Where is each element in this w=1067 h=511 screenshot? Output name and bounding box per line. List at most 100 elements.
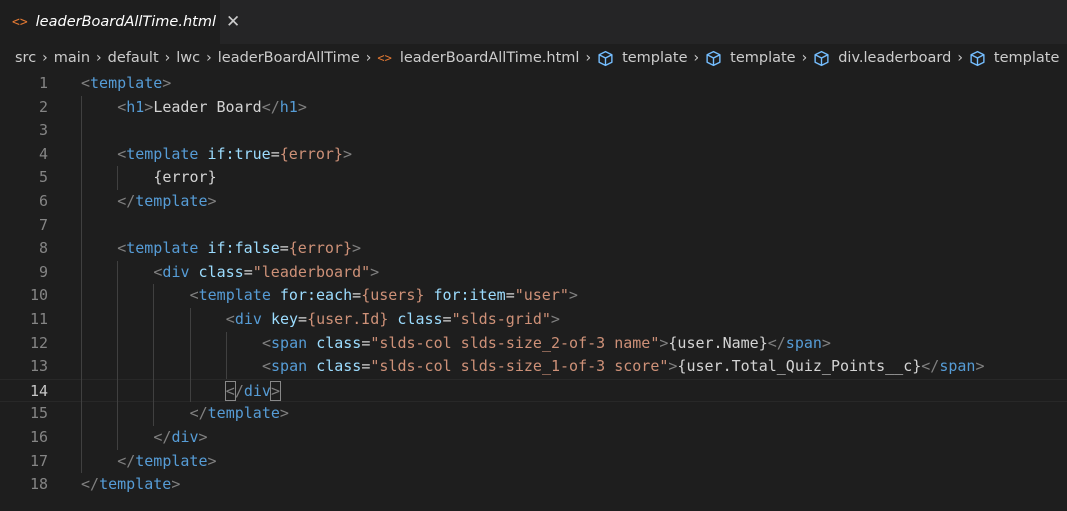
- breadcrumb-label: default: [107, 50, 159, 66]
- code-line[interactable]: 5 {error}: [0, 166, 1067, 190]
- chevron-right-icon: ›: [801, 50, 808, 66]
- line-number: 9: [38, 262, 48, 281]
- code-line[interactable]: 17 </template>: [0, 450, 1067, 474]
- token-br: <: [262, 357, 272, 376]
- code-text: <template>: [81, 72, 171, 96]
- symbol-cube-icon: [597, 50, 614, 67]
- breadcrumb-item[interactable]: main: [54, 50, 90, 66]
- token-txt: {user.Total_Quiz_Points__c}: [677, 357, 922, 376]
- editor-tab[interactable]: <> leaderBoardAllTime.html ✕: [0, 0, 240, 44]
- token-br: </: [81, 475, 100, 494]
- breadcrumb-label: template: [993, 50, 1060, 66]
- token-br: <: [189, 286, 199, 305]
- code-line[interactable]: 6 </template>: [0, 190, 1067, 214]
- breadcrumb-label: src: [15, 50, 37, 66]
- token-txt: =: [505, 286, 515, 305]
- token-br: /: [234, 381, 244, 400]
- line-number: 4: [38, 144, 48, 163]
- code-line[interactable]: 18 </template>: [0, 473, 1067, 497]
- breadcrumb-item[interactable]: leaderBoardAllTime: [218, 50, 360, 66]
- token-str: "slds-col slds-size_1-of-3 score": [370, 357, 669, 376]
- code-line[interactable]: 14 </div>: [0, 378, 1067, 403]
- code-line[interactable]: 3: [0, 119, 1067, 143]
- line-number: 11: [29, 309, 48, 328]
- token-tag: div: [234, 309, 262, 328]
- code-text: <span class="slds-col slds-size_1-of-3 s…: [262, 355, 984, 379]
- code-line[interactable]: 2 <h1>Leader Board</h1>: [0, 96, 1067, 120]
- line-number: 6: [38, 191, 48, 210]
- token-attr: if:false: [207, 239, 280, 258]
- token-br: >: [207, 451, 217, 470]
- symbol-cube-icon: [813, 50, 830, 67]
- code-line[interactable]: 8 <template if:false={error}>: [0, 237, 1067, 261]
- token-attr: key: [270, 309, 299, 328]
- token-tag: span: [271, 333, 308, 352]
- symbol-cube-icon: [969, 50, 986, 67]
- chevron-right-icon: ›: [957, 50, 963, 66]
- token-txt: =: [243, 262, 253, 281]
- token-tag: div: [171, 427, 199, 446]
- close-icon[interactable]: ✕: [226, 13, 240, 31]
- token-attr: class: [397, 309, 443, 328]
- code-line[interactable]: 11 <div key={user.Id} class="slds-grid">: [0, 308, 1067, 332]
- code-line[interactable]: 12 <span class="slds-col slds-size_2-of-3…: [0, 332, 1067, 356]
- code-text: <h1>Leader Board</h1>: [117, 96, 307, 120]
- code-line[interactable]: 13 <span class="slds-col slds-size_1-of-3…: [0, 355, 1067, 379]
- code-line[interactable]: 15 </template>: [0, 402, 1067, 426]
- breadcrumb-item[interactable]: <> leaderBoardAllTime.html: [377, 50, 579, 66]
- token-br: </: [261, 97, 280, 116]
- token-br: >: [821, 333, 831, 352]
- token-tag: div: [243, 381, 271, 400]
- token-tag: h1: [279, 97, 298, 116]
- html-file-icon: <>: [377, 51, 392, 65]
- token-str: {error}: [288, 239, 352, 258]
- code-line[interactable]: 10 <template for:each={users} for:item="u…: [0, 284, 1067, 308]
- breadcrumb-item[interactable]: lwc: [176, 50, 200, 66]
- indent-guide: [117, 260, 119, 450]
- line-number: 17: [29, 451, 48, 470]
- breadcrumb-item[interactable]: template: [705, 50, 796, 67]
- code-line[interactable]: 1 <template>: [0, 72, 1067, 96]
- token-br: >: [207, 191, 217, 210]
- token-br: </: [117, 451, 136, 470]
- breadcrumb-item[interactable]: default: [108, 50, 159, 66]
- code-line[interactable]: 16 </div>: [0, 426, 1067, 450]
- token-tag: template: [99, 475, 172, 494]
- token-attr: for:item: [433, 286, 506, 305]
- breadcrumb-item[interactable]: template: [969, 50, 1059, 67]
- token-str: {user.Id}: [307, 309, 389, 328]
- breadcrumb-item[interactable]: div.leaderboard: [813, 50, 951, 67]
- token-tag: span: [785, 333, 822, 352]
- token-tag: h1: [126, 97, 145, 116]
- token-tag: span: [271, 357, 308, 376]
- line-number: 2: [38, 97, 48, 116]
- line-number: 16: [29, 427, 48, 446]
- breadcrumb-label: template: [622, 50, 688, 66]
- breadcrumb-item[interactable]: src: [15, 50, 36, 66]
- token-br: >: [370, 262, 380, 281]
- code-text: </template>: [117, 450, 216, 474]
- chevron-right-icon: ›: [206, 50, 212, 66]
- line-number: 1: [38, 74, 48, 92]
- token-attr: class: [316, 357, 362, 376]
- line-number: 8: [38, 239, 48, 258]
- breadcrumb-item[interactable]: template: [597, 50, 688, 67]
- code-line[interactable]: 7: [0, 214, 1067, 238]
- token-br: </: [767, 333, 786, 352]
- token-br: >: [279, 404, 289, 423]
- code-line[interactable]: 9 <div class="leaderboard">: [0, 261, 1067, 285]
- token-tag: template: [126, 239, 199, 258]
- token-br: <: [117, 239, 127, 258]
- token-br: <: [81, 74, 91, 92]
- token-br: >: [171, 475, 181, 494]
- code-line[interactable]: 4 <template if:true={error}>: [0, 143, 1067, 167]
- code-editor[interactable]: 1 <template> 2 <h1>Leader Board</h1> 3 4 <temp…: [0, 72, 1067, 497]
- token-tag: template: [90, 74, 163, 92]
- token-txt: =: [442, 309, 452, 328]
- code-text: <template for:each={users} for:item="use…: [190, 284, 578, 308]
- token-brhl: <: [224, 380, 236, 401]
